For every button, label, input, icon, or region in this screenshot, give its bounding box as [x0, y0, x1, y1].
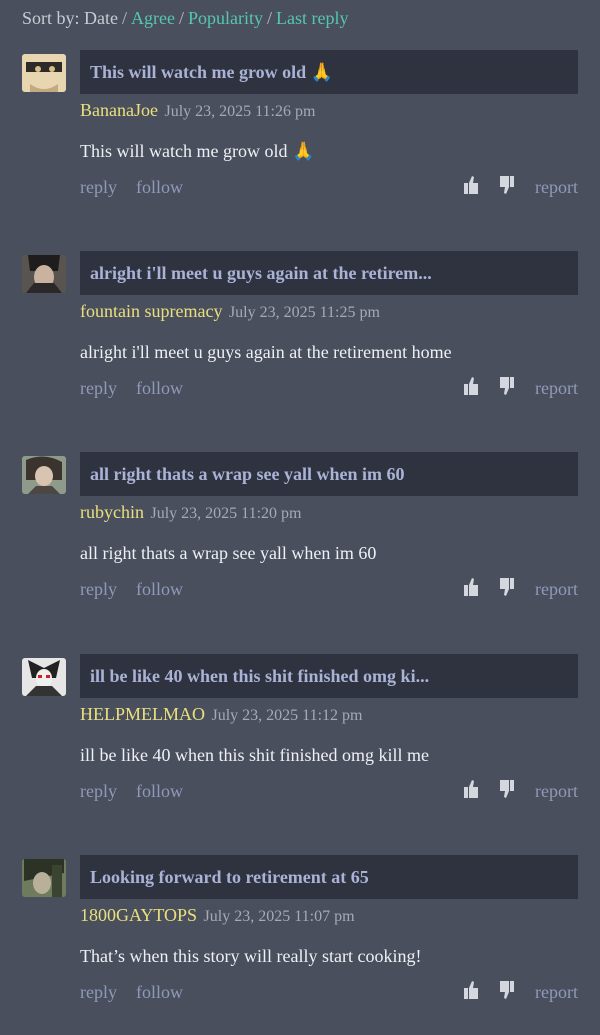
comment-title-text: all right thats a wrap see yall when im … — [90, 463, 405, 484]
report-button[interactable]: report — [535, 177, 578, 198]
avatar[interactable] — [22, 456, 66, 494]
avatar[interactable] — [22, 255, 66, 293]
sort-option-agree[interactable]: Agree — [131, 8, 175, 28]
comment: all right thats a wrap see yall when im … — [0, 452, 600, 632]
avatar[interactable] — [22, 658, 66, 696]
thumbs-up-icon[interactable] — [462, 779, 480, 799]
comment-title-text: ill be like 40 when this shit finished o… — [90, 665, 430, 686]
comment-body-text: ill be like 40 when this shit finished o… — [80, 745, 429, 765]
report-button[interactable]: report — [535, 579, 578, 600]
comment-body-text: This will watch me grow old — [80, 141, 288, 161]
comment-body-text: alright i'll meet u guys again at the re… — [80, 342, 452, 362]
comment-meta: rubychin July 23, 2025 11:20 pm — [80, 502, 301, 523]
comment-date: July 23, 2025 11:25 pm — [228, 304, 380, 321]
comment-title-text: Looking forward to retirement at 65 — [90, 866, 369, 887]
comment-body-text: all right thats a wrap see yall when im … — [80, 543, 377, 563]
comment-body: ill be like 40 when this shit finished o… — [80, 745, 429, 766]
avatar-image — [22, 859, 66, 897]
comment-date: July 23, 2025 11:07 pm — [203, 908, 355, 925]
comment-username[interactable]: BananaJoe — [80, 100, 158, 120]
comment-username[interactable]: rubychin — [80, 502, 144, 522]
comment-meta: fountain supremacy July 23, 2025 11:25 p… — [80, 301, 380, 322]
comment-title[interactable]: all right thats a wrap see yall when im … — [80, 452, 578, 496]
avatar[interactable] — [22, 54, 66, 92]
follow-button[interactable]: follow — [136, 579, 183, 600]
folded-hands-emoji: 🙏 — [291, 141, 315, 162]
sort-separator: / — [267, 8, 273, 28]
thumbs-down-icon[interactable] — [498, 980, 516, 1000]
comment-username[interactable]: 1800GAYTOPS — [80, 905, 197, 925]
avatar[interactable] — [22, 859, 66, 897]
thumbs-down-icon[interactable] — [498, 175, 516, 195]
comment-body: That’s when this story will really start… — [80, 946, 421, 967]
sort-separator: / — [179, 8, 185, 28]
follow-button[interactable]: follow — [136, 177, 183, 198]
avatar-image — [22, 456, 66, 494]
comment-username[interactable]: fountain supremacy — [80, 301, 222, 321]
comment-meta: 1800GAYTOPS July 23, 2025 11:07 pm — [80, 905, 355, 926]
thumbs-up-icon[interactable] — [462, 980, 480, 1000]
follow-button[interactable]: follow — [136, 781, 183, 802]
thumbs-down-icon[interactable] — [498, 577, 516, 597]
thumbs-down-icon[interactable] — [498, 376, 516, 396]
reply-button[interactable]: reply — [80, 982, 117, 1003]
thumbs-up-icon[interactable] — [462, 175, 480, 195]
sort-bar: Sort by: Date / Agree / Popularity / Last repl… — [22, 8, 349, 29]
report-button[interactable]: report — [535, 781, 578, 802]
comment-date: July 23, 2025 11:26 pm — [164, 103, 316, 120]
sort-separator: / — [122, 8, 128, 28]
comment-username[interactable]: HELPMELMAO — [80, 704, 205, 724]
thumbs-down-icon[interactable] — [498, 779, 516, 799]
comment: Looking forward to retirement at 65 1800… — [0, 855, 600, 1035]
sort-option-popularity[interactable]: Popularity — [188, 8, 263, 28]
folded-hands-emoji: 🙏 — [310, 61, 334, 83]
avatar-image — [22, 658, 66, 696]
comment-meta: BananaJoe July 23, 2025 11:26 pm — [80, 100, 315, 121]
comment-body: alright i'll meet u guys again at the re… — [80, 342, 452, 363]
reply-button[interactable]: reply — [80, 177, 117, 198]
thumbs-up-icon[interactable] — [462, 577, 480, 597]
thumbs-up-icon[interactable] — [462, 376, 480, 396]
comment: ill be like 40 when this shit finished o… — [0, 654, 600, 834]
comment-title[interactable]: This will watch me grow old 🙏 — [80, 50, 578, 94]
comment-title-text: This will watch me grow old — [90, 61, 307, 82]
avatar-image — [22, 255, 66, 293]
comment-date: July 23, 2025 11:12 pm — [211, 707, 363, 724]
comment-title-text: alright i'll meet u guys again at the re… — [90, 262, 432, 283]
comment-body-text: That’s when this story will really start… — [80, 946, 422, 966]
comment: alright i'll meet u guys again at the re… — [0, 251, 600, 431]
follow-button[interactable]: follow — [136, 378, 183, 399]
reply-button[interactable]: reply — [80, 579, 117, 600]
reply-button[interactable]: reply — [80, 781, 117, 802]
comment-title[interactable]: ill be like 40 when this shit finished o… — [80, 654, 578, 698]
sort-option-last-reply[interactable]: Last reply — [276, 8, 348, 28]
comment-title[interactable]: alright i'll meet u guys again at the re… — [80, 251, 578, 295]
comment: This will watch me grow old 🙏 BananaJoe … — [0, 50, 600, 230]
reply-button[interactable]: reply — [80, 378, 117, 399]
comment-title[interactable]: Looking forward to retirement at 65 — [80, 855, 578, 899]
comment-body: This will watch me grow old 🙏 — [80, 141, 314, 162]
report-button[interactable]: report — [535, 378, 578, 399]
comment-date: July 23, 2025 11:20 pm — [150, 505, 302, 522]
avatar-image — [22, 54, 66, 92]
sort-label: Sort by: Date — [22, 8, 118, 28]
comment-body: all right thats a wrap see yall when im … — [80, 543, 376, 564]
comment-meta: HELPMELMAO July 23, 2025 11:12 pm — [80, 704, 362, 725]
report-button[interactable]: report — [535, 982, 578, 1003]
follow-button[interactable]: follow — [136, 982, 183, 1003]
